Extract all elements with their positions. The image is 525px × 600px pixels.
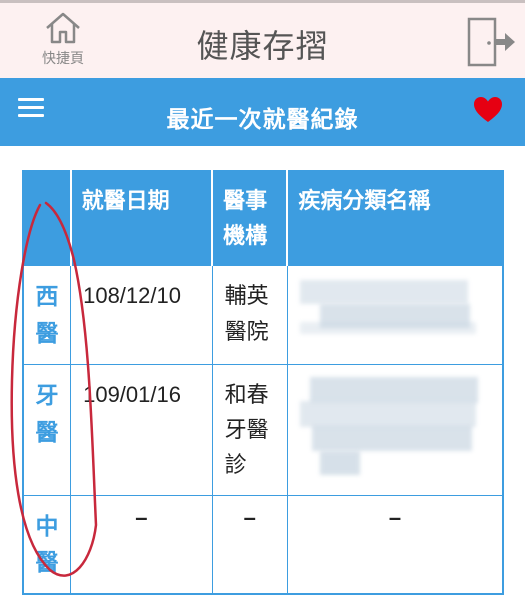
page-title: 最近一次就醫紀錄 [166,107,359,133]
column-header-date: 就醫日期 [70,171,214,267]
column-header-disease: 疾病分類名稱 [287,171,503,267]
table-header-row: 就醫日期 醫事機構 疾病分類名稱 [23,171,503,267]
table-row-chinese[interactable]: 中醫 – – – [23,495,504,595]
table-row-dental[interactable]: 牙醫 109/01/16 和春牙醫診 [23,364,504,496]
row-date: – [70,495,213,595]
heart-icon[interactable] [473,96,503,124]
redacted-mosaic [299,278,476,338]
nav-bar: 最近一次就醫紀錄 [0,78,525,146]
row-institution: 和春牙醫診 [212,364,288,496]
medical-record-table: 就醫日期 醫事機構 疾病分類名稱 西醫 108/12/10 輔英醫院 牙醫 10… [22,170,504,596]
redacted-mosaic [299,376,478,477]
row-institution: – [212,495,288,595]
row-institution: 輔英醫院 [212,266,288,365]
row-type-dental: 牙醫 [23,364,72,496]
logout-button[interactable] [465,15,517,69]
table-row-western[interactable]: 西醫 108/12/10 輔英醫院 [23,266,504,365]
row-date: 108/12/10 [70,266,213,365]
row-disease: – [287,495,504,595]
app-title: 健康存摺 [196,27,329,65]
column-header-type [23,171,72,267]
row-date: 109/01/16 [70,364,213,496]
column-header-institution: 醫事機構 [212,171,289,267]
row-disease-redacted [287,266,504,365]
row-type-chinese: 中醫 [23,495,72,595]
logout-door-icon [467,17,515,67]
row-type-western: 西醫 [23,266,72,365]
top-bar: 快捷頁 健康存摺 [0,0,525,78]
row-disease-redacted [287,364,504,496]
